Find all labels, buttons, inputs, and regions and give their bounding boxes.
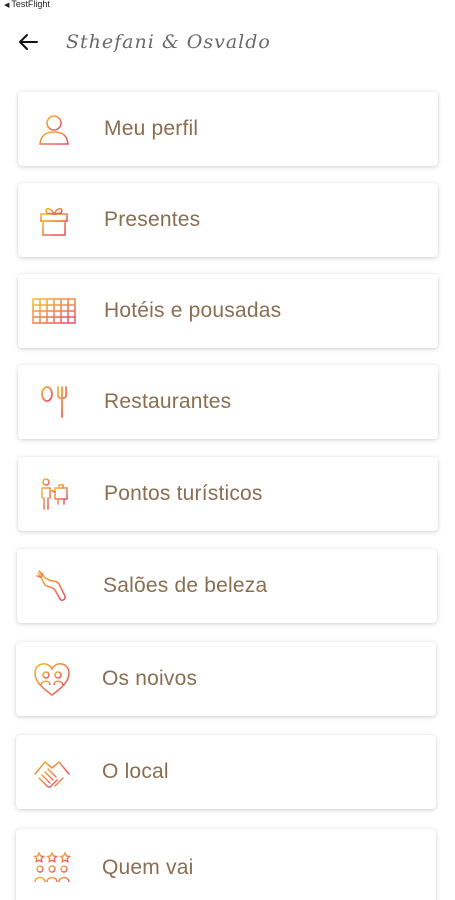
menu-item-hoteis[interactable]: Hotéis e pousadas [18,274,438,348]
menu-item-label: Meu perfil [104,117,199,140]
menu-item-pontos-turisticos[interactable]: Pontos turísticos [18,457,438,531]
back-button[interactable] [16,30,40,54]
back-app-label[interactable]: TestFlight [11,0,50,9]
couple-heart-icon [30,659,74,699]
menu-item-restaurantes[interactable]: Restaurantes [18,365,438,439]
menu-item-saloes-de-beleza[interactable]: Salões de beleza [17,549,437,623]
handshake-icon [30,752,74,792]
menu-item-os-noivos[interactable]: Os noivos [16,642,436,716]
cutlery-icon [32,382,76,422]
menu-item-label: O local [102,760,169,783]
user-icon [32,109,76,149]
menu-item-quem-vai[interactable]: Quem vai [16,829,436,900]
menu-item-presentes[interactable]: Presentes [18,183,438,257]
app-logo: Sthefani & Osvaldo [66,31,271,53]
app-header: Sthefani & Osvaldo [0,20,455,64]
menu-item-label: Os noivos [102,667,198,690]
arrow-left-icon [19,34,38,50]
menu-item-label: Pontos turísticos [104,482,263,505]
tourist-icon [32,474,76,514]
guests-icon [30,848,74,888]
back-app-arrow-icon[interactable]: ◀ [4,2,9,9]
menu-item-label: Restaurantes [104,390,232,413]
menu-item-label: Quem vai [102,856,194,879]
hairdryer-icon [31,566,75,606]
status-bar: ◀ TestFlight [0,0,455,10]
gift-icon [32,200,76,240]
menu-item-meu-perfil[interactable]: Meu perfil [18,92,438,166]
menu-item-label: Salões de beleza [103,574,268,597]
menu-item-label: Presentes [104,208,201,231]
menu-item-label: Hotéis e pousadas [104,299,282,322]
hotel-icon [32,291,76,331]
menu-item-o-local[interactable]: O local [16,735,436,809]
